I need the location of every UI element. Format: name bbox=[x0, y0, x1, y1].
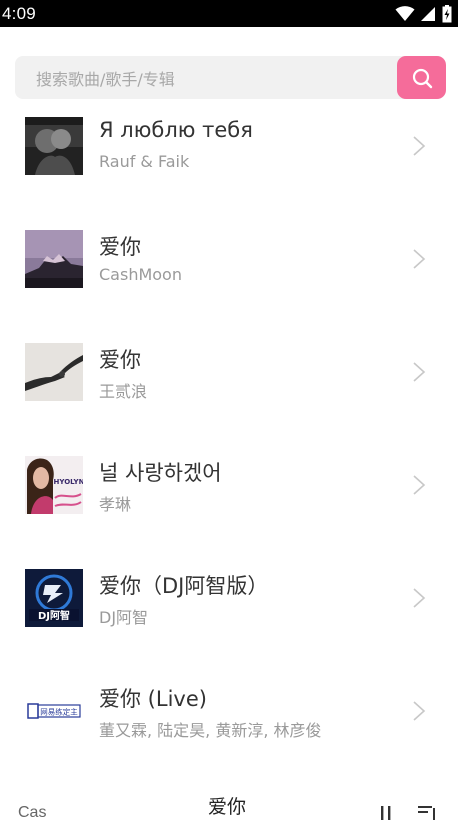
song-title: Я люблю тебя bbox=[99, 118, 253, 142]
list-item[interactable]: Я люблю тебя Rauf & Faik bbox=[0, 104, 458, 217]
search-row: 搜索歌曲/歌手/专辑 bbox=[15, 56, 446, 99]
status-icons bbox=[395, 4, 452, 23]
list-item[interactable]: 爱你 CashMoon bbox=[0, 217, 458, 330]
chevron-right-icon bbox=[413, 249, 426, 269]
wifi-icon bbox=[395, 5, 415, 21]
song-title: 爱你 bbox=[99, 348, 141, 372]
cover-text: DJ阿智 bbox=[38, 609, 70, 622]
album-cover bbox=[25, 230, 83, 288]
chevron-right-icon bbox=[413, 362, 426, 382]
chevron-right-icon bbox=[413, 701, 426, 721]
player-artist: Cas bbox=[18, 804, 47, 820]
search-button[interactable] bbox=[397, 56, 446, 99]
song-artist: Rauf & Faik bbox=[99, 152, 190, 171]
song-artist: DJ阿智 bbox=[99, 608, 149, 627]
chevron-right-icon bbox=[413, 475, 426, 495]
album-cover bbox=[25, 343, 83, 401]
status-time: 4:09 bbox=[2, 3, 36, 23]
song-artist: CashMoon bbox=[99, 265, 182, 284]
search-icon bbox=[412, 68, 432, 88]
status-bar: 4:09 bbox=[0, 0, 458, 27]
album-cover: DJ阿智 bbox=[25, 569, 83, 627]
chevron-right-icon bbox=[413, 588, 426, 608]
song-artist: 孝琳 bbox=[99, 495, 132, 514]
search-input[interactable]: 搜索歌曲/歌手/专辑 bbox=[15, 56, 415, 99]
song-title: 널 사랑하겠어 bbox=[99, 461, 222, 485]
pause-icon[interactable] bbox=[378, 806, 394, 820]
album-cover: 网易练定主 bbox=[25, 682, 83, 740]
list-item[interactable]: 爱你 王贰浪 bbox=[0, 330, 458, 443]
song-list: Я люблю тебя Rauf & Faik 爱你 CashMoon 爱你 … bbox=[0, 104, 458, 764]
song-title: 爱你 bbox=[99, 235, 141, 259]
cover-text: HYOLYN bbox=[54, 478, 83, 486]
chevron-right-icon bbox=[413, 136, 426, 156]
song-artist: 王贰浪 bbox=[99, 382, 148, 401]
battery-icon bbox=[442, 4, 452, 22]
signal-icon bbox=[421, 6, 435, 21]
album-cover: HYOLYN bbox=[25, 456, 83, 514]
list-item[interactable]: HYOLYN 널 사랑하겠어 孝琳 bbox=[0, 443, 458, 556]
cover-text: 网易练定主 bbox=[40, 707, 78, 717]
song-title: 爱你 (Live) bbox=[99, 687, 207, 711]
song-artist: 董又霖, 陆定昊, 黄新淳, 林彦俊 bbox=[99, 721, 322, 740]
playlist-icon[interactable] bbox=[418, 806, 438, 820]
player-title: 爱你 bbox=[208, 796, 247, 818]
song-title: 爱你（DJ阿智版） bbox=[99, 574, 269, 598]
mini-player[interactable]: Cas 爱你 bbox=[0, 770, 458, 820]
list-item[interactable]: 网易练定主 爱你 (Live) 董又霖, 陆定昊, 黄新淳, 林彦俊 bbox=[0, 669, 458, 764]
album-cover bbox=[25, 117, 83, 175]
list-item[interactable]: DJ阿智 爱你（DJ阿智版） DJ阿智 bbox=[0, 556, 458, 669]
